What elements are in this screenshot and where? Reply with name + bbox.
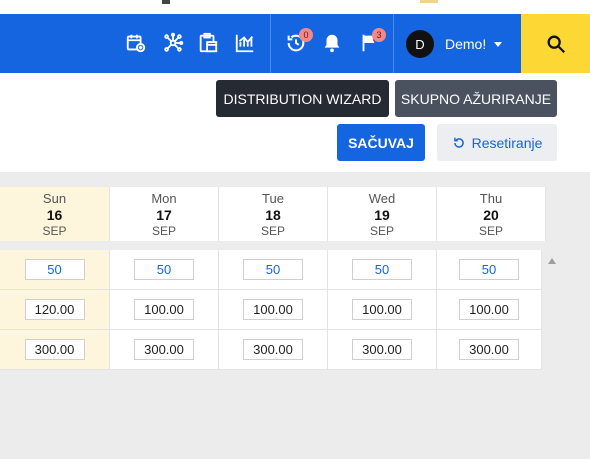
day-header: Mon 17 SEP bbox=[110, 187, 219, 241]
day-month: SEP bbox=[478, 224, 503, 238]
user-name: Demo! bbox=[445, 36, 487, 52]
nav-divider bbox=[393, 14, 394, 73]
day-header: Thu 20 SEP bbox=[437, 187, 546, 241]
network-icon[interactable] bbox=[159, 29, 187, 57]
day-date: 17 bbox=[156, 207, 172, 223]
tab-fragment bbox=[162, 0, 170, 4]
reset-button[interactable]: Resetiranje bbox=[437, 124, 557, 161]
day-date: 18 bbox=[265, 207, 281, 223]
price-input[interactable]: 120.00 bbox=[24, 299, 85, 320]
day-month: SEP bbox=[42, 224, 67, 238]
action-toolbar: DISTRIBUTION WIZARD SKUPNO AŽURIRANJE SA… bbox=[0, 73, 590, 172]
availability-input[interactable]: 50 bbox=[134, 259, 194, 280]
flag-icon[interactable]: 3 bbox=[355, 28, 386, 57]
day-name: Thu bbox=[479, 191, 503, 206]
day-header: Wed 19 SEP bbox=[328, 187, 437, 241]
price-input[interactable]: 300.00 bbox=[352, 339, 412, 360]
clipboard-calendar-icon[interactable] bbox=[194, 29, 222, 57]
day-month: SEP bbox=[260, 224, 285, 238]
chevron-down-icon bbox=[494, 41, 503, 47]
history-icon[interactable]: 0 bbox=[282, 28, 313, 57]
day-date: 20 bbox=[483, 207, 499, 223]
flag-badge: 3 bbox=[372, 28, 386, 42]
day-name: Sun bbox=[42, 191, 67, 206]
day-column: 50 100.00 300.00 bbox=[437, 250, 542, 370]
chart-icon[interactable] bbox=[231, 29, 259, 57]
nav-divider bbox=[270, 14, 271, 73]
availability-input[interactable]: 50 bbox=[243, 259, 303, 280]
history-badge: 0 bbox=[299, 28, 313, 42]
day-month: SEP bbox=[369, 224, 394, 238]
price-input[interactable]: 100.00 bbox=[459, 299, 519, 320]
availability-input[interactable]: 50 bbox=[352, 259, 412, 280]
user-menu[interactable]: D Demo! bbox=[406, 30, 503, 58]
search-button[interactable] bbox=[521, 14, 590, 73]
availability-input[interactable]: 50 bbox=[24, 259, 85, 280]
calendar-grid: 50 120.00 300.00 50 100.00 300.00 50 100… bbox=[0, 250, 542, 370]
avatar: D bbox=[406, 30, 434, 58]
day-column: 50 100.00 300.00 bbox=[328, 250, 437, 370]
price-input[interactable]: 300.00 bbox=[24, 339, 85, 360]
distribution-wizard-button[interactable]: DISTRIBUTION WIZARD bbox=[216, 80, 389, 117]
day-name: Tue bbox=[262, 191, 284, 206]
day-name: Mon bbox=[151, 191, 177, 206]
availability-input[interactable]: 50 bbox=[459, 259, 519, 280]
day-month: SEP bbox=[151, 224, 176, 238]
price-input[interactable]: 100.00 bbox=[352, 299, 412, 320]
tab-fragment bbox=[420, 0, 438, 3]
calendar-header: Sun 16 SEP Mon 17 SEP Tue 18 SEP Wed 19 … bbox=[0, 187, 546, 241]
day-name: Wed bbox=[368, 191, 396, 206]
reset-label: Resetiranje bbox=[471, 134, 543, 151]
bell-icon[interactable] bbox=[318, 29, 346, 57]
undo-icon bbox=[453, 137, 464, 148]
price-input[interactable]: 300.00 bbox=[459, 339, 519, 360]
day-date: 16 bbox=[46, 207, 63, 223]
day-column: 50 100.00 300.00 bbox=[110, 250, 219, 370]
bulk-update-button[interactable]: SKUPNO AŽURIRANJE bbox=[395, 80, 557, 117]
price-input[interactable]: 300.00 bbox=[243, 339, 303, 360]
calendar-add-icon[interactable] bbox=[122, 29, 150, 57]
day-header: Tue 18 SEP bbox=[219, 187, 328, 241]
scroll-up-arrow-icon[interactable] bbox=[548, 258, 556, 264]
search-icon bbox=[547, 35, 565, 53]
price-input[interactable]: 100.00 bbox=[243, 299, 303, 320]
price-input[interactable]: 300.00 bbox=[134, 339, 194, 360]
price-input[interactable]: 100.00 bbox=[134, 299, 194, 320]
save-button[interactable]: SAČUVAJ bbox=[337, 124, 425, 161]
top-navbar: 0 3 D Demo! bbox=[0, 14, 590, 73]
day-date: 19 bbox=[374, 207, 390, 223]
browser-top-strip bbox=[0, 0, 590, 14]
day-column: 50 120.00 300.00 bbox=[0, 250, 110, 370]
day-column: 50 100.00 300.00 bbox=[219, 250, 328, 370]
day-header: Sun 16 SEP bbox=[0, 187, 110, 241]
